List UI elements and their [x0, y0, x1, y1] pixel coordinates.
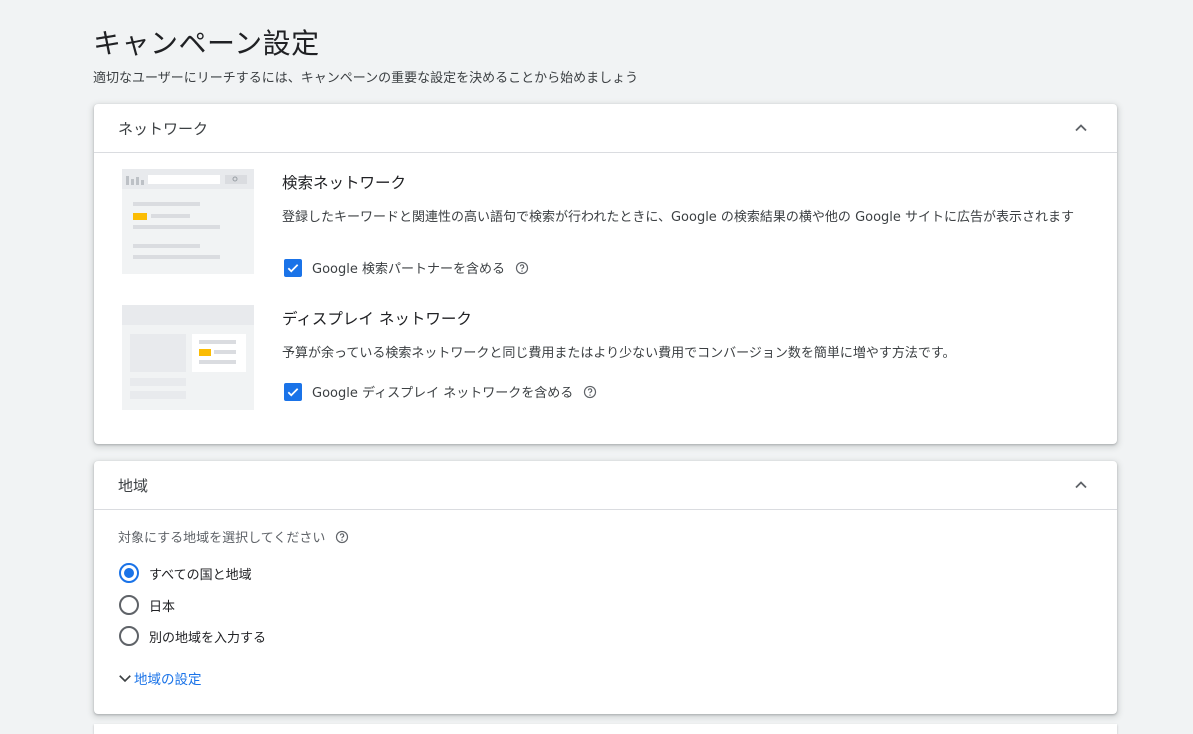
network-card-title: ネットワーク — [118, 119, 209, 138]
search-partners-label: Google 検索パートナーを含める — [312, 262, 505, 277]
page-subtitle: 適切なユーザーにリーチするには、キャンペーンの重要な設定を決めることから始めまし… — [93, 71, 639, 86]
help-circle-icon[interactable] — [335, 530, 349, 544]
location-card-header[interactable]: 地域 — [94, 461, 1117, 510]
location-card: 地域 対象にする地域を選択してください すべての国と地域 日本 別の地域を入力す… — [94, 461, 1117, 714]
network-card-header[interactable]: ネットワーク — [94, 104, 1117, 153]
help-circle-icon[interactable] — [583, 385, 597, 399]
check-icon — [287, 263, 299, 272]
location-settings-label: 地域の設定 — [134, 672, 202, 688]
radio-button[interactable] — [119, 563, 139, 583]
chevron-down-icon — [119, 675, 131, 683]
location-card-title: 地域 — [118, 476, 149, 495]
network-card: ネットワーク 検索ネットワーク 登録したキーワードと関連性の高い語句で検索が行わ… — [94, 104, 1117, 444]
chevron-up-icon[interactable] — [1069, 473, 1093, 497]
search-network-title: 検索ネットワーク — [282, 174, 407, 192]
radio-button[interactable] — [119, 626, 139, 646]
location-settings-link[interactable]: 地域の設定 — [116, 668, 202, 688]
chevron-up-icon[interactable] — [1069, 116, 1093, 140]
location-option-all[interactable]: すべての国と地域 — [119, 563, 252, 583]
search-network-description: 登録したキーワードと関連性の高い語句で検索が行われたときに、Google の検索… — [282, 210, 1075, 225]
display-network-label: Google ディスプレイ ネットワークを含める — [312, 386, 574, 401]
search-partners-checkbox[interactable] — [284, 258, 302, 277]
location-option-label: すべての国と地域 — [149, 567, 252, 583]
next-card-edge — [94, 724, 1117, 734]
location-option-label: 別の地域を入力する — [149, 630, 267, 646]
location-option-japan[interactable]: 日本 — [119, 595, 175, 615]
help-circle-icon[interactable] — [515, 261, 529, 275]
display-network-option[interactable]: Google ディスプレイ ネットワークを含める — [284, 382, 597, 401]
location-prompt: 対象にする地域を選択してください — [118, 527, 349, 546]
radio-button[interactable] — [119, 595, 139, 615]
location-option-label: 日本 — [149, 599, 176, 615]
display-network-checkbox[interactable] — [284, 382, 302, 401]
display-network-title: ディスプレイ ネットワーク — [282, 310, 472, 328]
search-network-illustration — [122, 169, 254, 274]
radio-selected-dot — [124, 568, 134, 578]
search-partners-option[interactable]: Google 検索パートナーを含める — [284, 258, 529, 277]
location-option-custom[interactable]: 別の地域を入力する — [119, 626, 266, 646]
display-network-illustration — [122, 305, 254, 410]
location-prompt-text: 対象にする地域を選択してください — [118, 531, 326, 546]
check-icon — [287, 387, 299, 396]
page-title: キャンペーン設定 — [93, 27, 320, 60]
display-network-description: 予算が余っている検索ネットワークと同じ費用またはより少ない費用でコンバージョン数… — [282, 346, 956, 361]
